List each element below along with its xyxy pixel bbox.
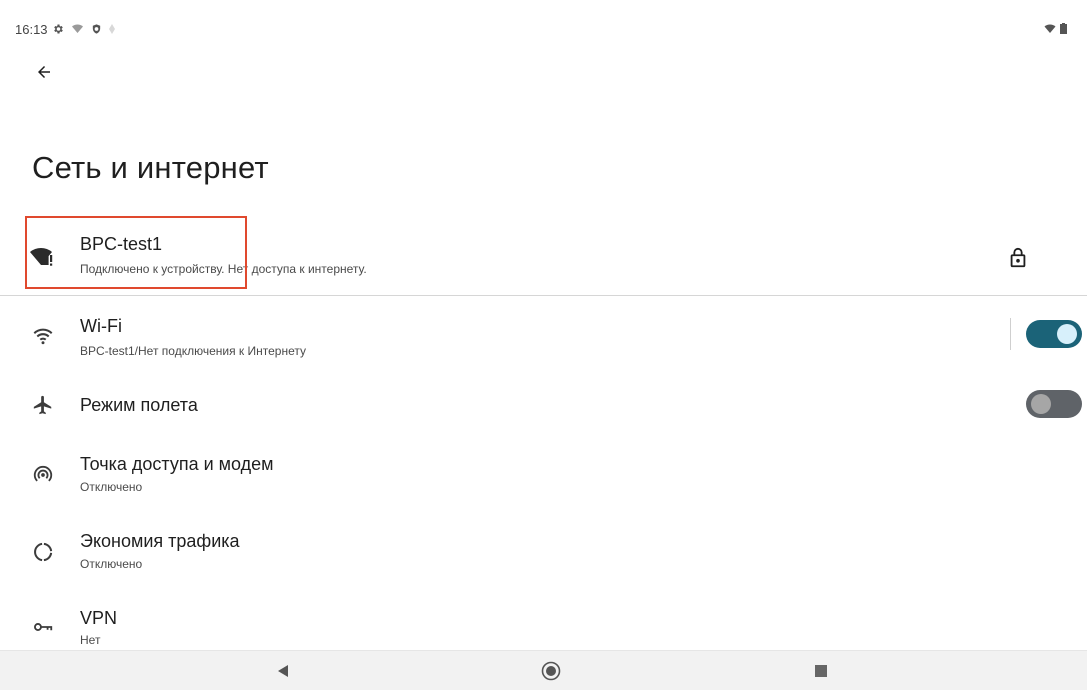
wifi-alert-icon: [1044, 24, 1056, 33]
airplane-mode-row[interactable]: Режим полета: [0, 380, 1087, 430]
wifi-question-icon: [72, 24, 83, 33]
hotspot-title: Точка доступа и модем: [80, 454, 274, 474]
airplane-icon: [28, 390, 58, 420]
battery-icon: [1060, 23, 1067, 34]
gear-icon: [54, 24, 63, 34]
home-circle-icon: [541, 661, 561, 681]
recents-square-icon: [815, 665, 827, 677]
status-icons: [52, 22, 115, 36]
hotspot-subtitle: Отключено: [80, 480, 143, 494]
dot-icon: [109, 24, 115, 34]
data-saver-icon: [28, 537, 58, 567]
data-saver-subtitle: Отключено: [80, 557, 143, 571]
shield-icon: [92, 24, 101, 34]
hotspot-row[interactable]: Точка доступа и модем Отключено: [0, 446, 1087, 498]
data-saver-title: Экономия трафика: [80, 531, 240, 551]
arrow-back-icon: [38, 66, 50, 78]
switch-divider: [1010, 318, 1011, 350]
nav-recents-button[interactable]: [811, 661, 831, 681]
back-triangle-icon: [278, 665, 288, 677]
page-title: Сеть и интернет: [32, 150, 269, 185]
vpn-key-icon: [28, 612, 58, 642]
wifi-subtitle: BPC-test1/Нет подключения к Интернету: [80, 344, 306, 358]
vpn-title: VPN: [80, 608, 118, 628]
vpn-subtitle: Нет: [80, 633, 101, 647]
wifi-alert-icon: [28, 242, 58, 272]
wifi-icon: [28, 321, 58, 351]
airplane-mode-title: Режим полета: [80, 395, 198, 415]
network-status: Подключено к устройству. Нет доступа к и…: [80, 262, 367, 276]
hotspot-icon: [28, 460, 58, 490]
toggle-knob: [1031, 394, 1051, 414]
divider: [0, 295, 1087, 296]
lock-icon[interactable]: [1007, 247, 1029, 269]
status-time: 16:13: [15, 22, 48, 37]
navigation-bar: [0, 650, 1087, 690]
status-bar: 16:13: [0, 0, 1087, 40]
back-button[interactable]: [30, 58, 58, 86]
status-right-icons: [1044, 23, 1067, 34]
wifi-title: Wi-Fi: [80, 316, 122, 336]
nav-home-button[interactable]: [541, 661, 561, 681]
nav-back-button[interactable]: [273, 661, 293, 681]
network-name: BPC-test1: [80, 234, 163, 254]
connected-network-row[interactable]: BPC-test1 Подключено к устройству. Нет д…: [0, 222, 1087, 292]
data-saver-row[interactable]: Экономия трафика Отключено: [0, 523, 1087, 575]
airplane-mode-toggle[interactable]: [1026, 390, 1082, 418]
toggle-knob: [1057, 324, 1077, 344]
vpn-row[interactable]: VPN Нет: [0, 600, 1087, 650]
wifi-row[interactable]: Wi-Fi BPC-test1/Нет подключения к Интерн…: [0, 308, 1087, 360]
wifi-toggle[interactable]: [1026, 320, 1082, 348]
